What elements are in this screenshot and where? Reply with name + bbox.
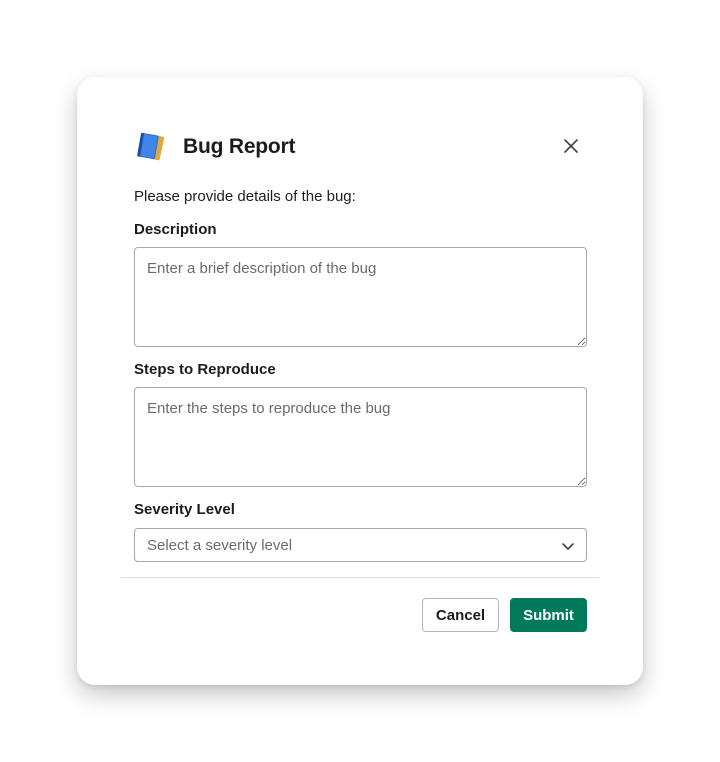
modal-title: Bug Report xyxy=(183,135,296,158)
intro-text: Please provide details of the bug: xyxy=(134,188,356,205)
severity-select-value: Select a severity level xyxy=(147,536,293,554)
severity-label: Severity Level xyxy=(134,501,235,518)
footer-divider xyxy=(121,577,599,578)
notebook-icon xyxy=(137,132,165,161)
submit-button[interactable]: Submit xyxy=(510,598,587,632)
modal-header: Bug Report xyxy=(134,130,296,164)
description-label: Description xyxy=(134,221,217,238)
close-button[interactable] xyxy=(559,134,583,158)
close-icon xyxy=(564,139,578,153)
description-input[interactable] xyxy=(134,247,587,347)
chevron-down-icon xyxy=(562,543,574,550)
steps-label: Steps to Reproduce xyxy=(134,361,276,378)
cancel-button[interactable]: Cancel xyxy=(422,598,499,632)
bug-report-modal: Bug Report Please provide details of the… xyxy=(77,77,643,685)
severity-select[interactable]: Select a severity level xyxy=(134,528,587,562)
steps-input[interactable] xyxy=(134,387,587,487)
